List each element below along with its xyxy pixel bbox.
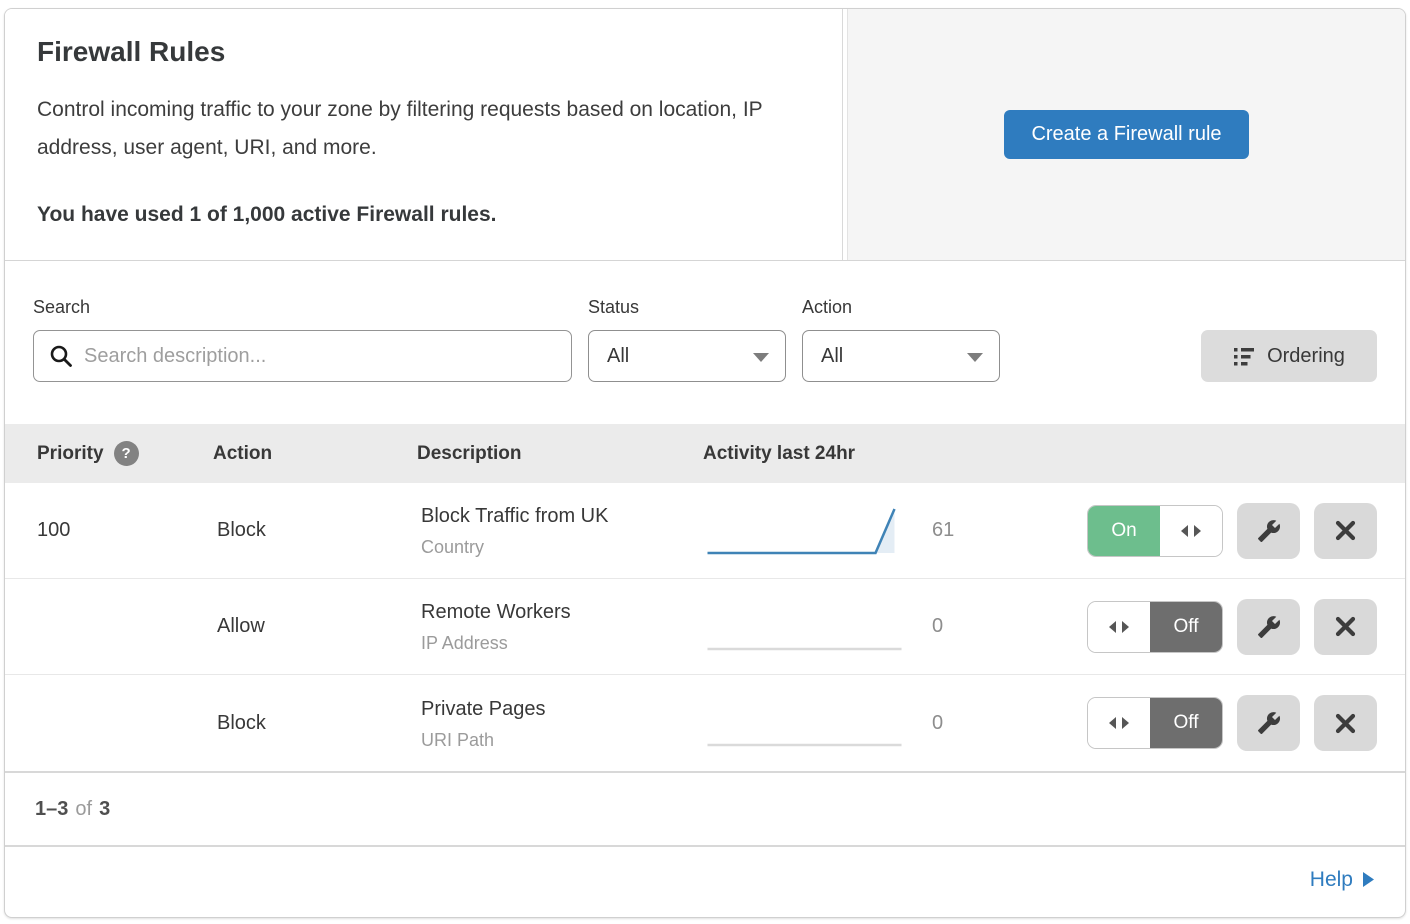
search-box [33, 330, 572, 382]
rule-enable-toggle[interactable]: Off [1087, 697, 1223, 749]
horizontal-arrows-icon[interactable] [1088, 602, 1150, 652]
action-label: Action [802, 297, 1000, 318]
action-filter-group: Action All [802, 297, 1000, 382]
rule-action: Block [213, 519, 417, 542]
column-priority: Priority ? [33, 441, 213, 466]
edit-rule-button[interactable] [1237, 503, 1300, 559]
column-description: Description [417, 443, 703, 465]
table-row: Block Private Pages URI Path 0 Off [5, 675, 1405, 771]
pagination-bar: 1–3 of 3 [5, 771, 1405, 845]
table-header: Priority ? Action Description Activity l… [5, 424, 1405, 483]
usage-summary: You have used 1 of 1,000 active Firewall… [37, 203, 810, 227]
filters-bar: Search Status All Action All [5, 261, 1405, 424]
ordering-button-label: Ordering [1267, 345, 1345, 368]
rule-controls: Off [1023, 599, 1377, 655]
rule-enable-toggle[interactable]: On [1087, 505, 1223, 557]
question-mark-icon[interactable]: ? [114, 441, 139, 466]
column-priority-label: Priority [37, 443, 104, 465]
activity-count: 0 [908, 615, 1023, 638]
delete-rule-button[interactable] [1314, 695, 1377, 751]
activity-count: 0 [908, 712, 1023, 735]
action-select[interactable]: All [802, 330, 1000, 382]
status-select-value: All [607, 345, 629, 368]
help-link-label: Help [1310, 868, 1353, 892]
table-row: 100 Block Block Traffic from UK Country … [5, 483, 1405, 579]
header-action-panel: Create a Firewall rule [847, 9, 1405, 260]
rule-action: Allow [213, 615, 417, 638]
activity-sparkline [703, 501, 908, 561]
rule-controls: On [1023, 503, 1377, 559]
wrench-icon [1257, 711, 1281, 735]
ordering-button[interactable]: Ordering [1201, 330, 1377, 382]
page-description: Control incoming traffic to your zone by… [37, 91, 807, 167]
rule-match-type: Country [421, 537, 703, 558]
rule-description-cell: Block Traffic from UK Country [417, 503, 703, 558]
rule-priority: 100 [33, 519, 213, 542]
toggle-state-label: On [1088, 506, 1160, 556]
toggle-state-label: Off [1150, 698, 1222, 748]
help-link[interactable]: Help [1310, 868, 1375, 892]
pagination-range: 1–3 [35, 798, 68, 821]
horizontal-arrows-icon[interactable] [1160, 506, 1222, 556]
edit-rule-button[interactable] [1237, 695, 1300, 751]
search-icon [49, 344, 73, 373]
rule-controls: Off [1023, 695, 1377, 751]
list-icon [1233, 346, 1255, 367]
chevron-down-icon [967, 353, 983, 362]
chevron-down-icon [753, 353, 769, 362]
firewall-rules-card: Firewall Rules Control incoming traffic … [4, 8, 1406, 918]
status-label: Status [588, 297, 786, 318]
rule-description: Remote Workers [421, 599, 703, 625]
search-label: Search [33, 297, 572, 318]
rule-description-cell: Private Pages URI Path [417, 696, 703, 751]
search-input[interactable] [33, 330, 572, 382]
pagination-total: 3 [99, 798, 110, 821]
x-icon [1334, 519, 1357, 542]
rule-description: Block Traffic from UK [421, 503, 703, 529]
rule-match-type: URI Path [421, 730, 703, 751]
delete-rule-button[interactable] [1314, 599, 1377, 655]
rule-description-cell: Remote Workers IP Address [417, 599, 703, 654]
activity-count: 61 [908, 519, 1023, 542]
horizontal-arrows-icon[interactable] [1088, 698, 1150, 748]
toggle-state-label: Off [1150, 602, 1222, 652]
activity-sparkline [703, 693, 908, 753]
table-row: Allow Remote Workers IP Address 0 Off [5, 579, 1405, 675]
delete-rule-button[interactable] [1314, 503, 1377, 559]
column-action: Action [213, 443, 417, 465]
create-firewall-rule-button[interactable]: Create a Firewall rule [1004, 110, 1248, 159]
status-select[interactable]: All [588, 330, 786, 382]
edit-rule-button[interactable] [1237, 599, 1300, 655]
rule-enable-toggle[interactable]: Off [1087, 601, 1223, 653]
search-group: Search [33, 297, 572, 382]
page-title: Firewall Rules [37, 35, 810, 69]
rule-description: Private Pages [421, 696, 703, 722]
pagination-of-text: of [75, 798, 92, 821]
wrench-icon [1257, 615, 1281, 639]
rule-match-type: IP Address [421, 633, 703, 654]
wrench-icon [1257, 519, 1281, 543]
help-bar: Help [5, 845, 1405, 912]
x-icon [1334, 712, 1357, 735]
page-header: Firewall Rules Control incoming traffic … [5, 9, 1405, 261]
header-text-panel: Firewall Rules Control incoming traffic … [5, 9, 843, 260]
action-select-value: All [821, 345, 843, 368]
arrow-right-icon [1362, 871, 1375, 888]
activity-sparkline [703, 597, 908, 657]
table-body: 100 Block Block Traffic from UK Country … [5, 483, 1405, 771]
rule-action: Block [213, 712, 417, 735]
x-icon [1334, 615, 1357, 638]
status-filter-group: Status All [588, 297, 786, 382]
column-activity: Activity last 24hr [703, 443, 1023, 465]
